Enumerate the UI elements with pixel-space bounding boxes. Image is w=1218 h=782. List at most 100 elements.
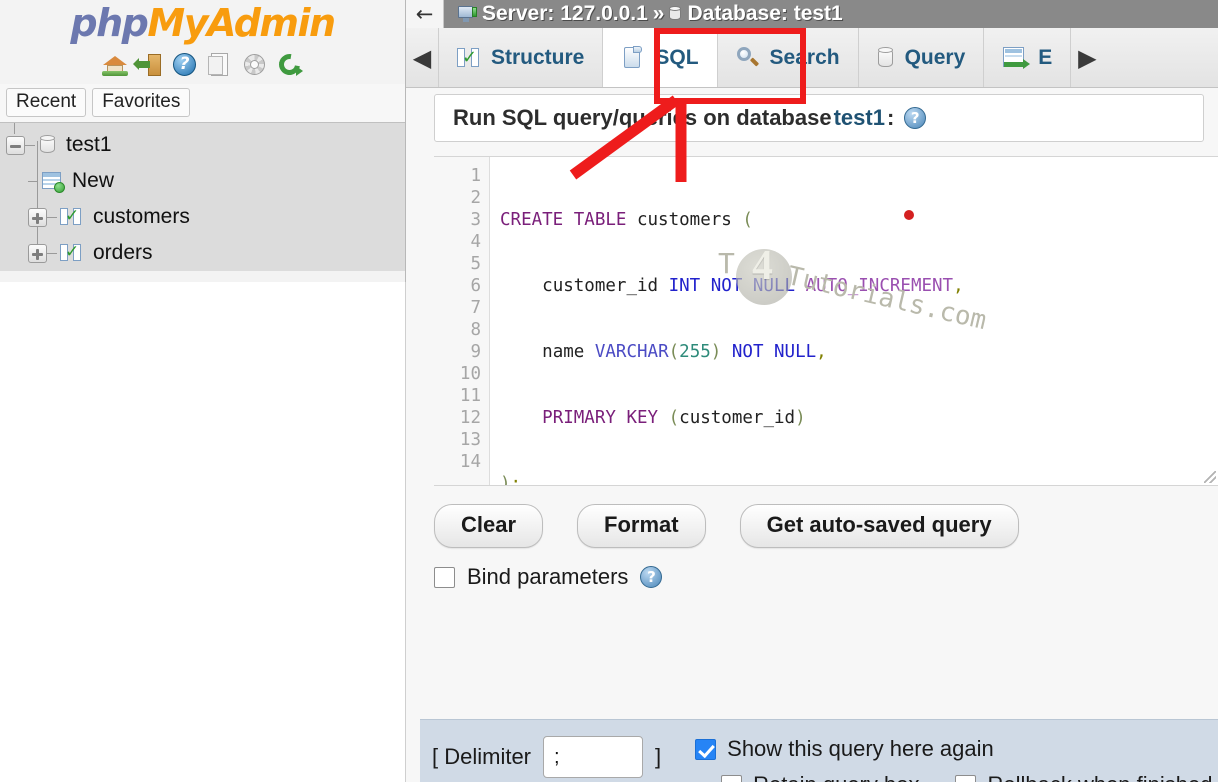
line-number: 11: [434, 385, 489, 407]
editor-resize-handle[interactable]: [1204, 471, 1216, 483]
logo-myadmin-text: MyAdmin: [147, 1, 334, 45]
line-number: 1: [434, 165, 489, 187]
search-icon: [736, 46, 760, 70]
bind-parameters-label: Bind parameters: [467, 564, 628, 590]
phpmyadmin-window: phpMyAdmin ? Recent Favorites test1: [0, 0, 1218, 782]
code-line: );: [500, 473, 1218, 485]
collapse-toggle-icon[interactable]: [6, 136, 25, 155]
tabs-scroll-right-icon[interactable]: ▶: [1071, 28, 1103, 87]
tree-item-orders[interactable]: ✓ orders: [22, 235, 405, 271]
reload-icon[interactable]: [277, 52, 303, 78]
line-number: 14: [434, 451, 489, 473]
bind-parameters-row: Bind parameters ?: [434, 564, 1218, 590]
structure-icon: ✓: [457, 47, 481, 69]
show-query-again-checkbox[interactable]: [695, 739, 716, 760]
option-show-query-again[interactable]: Show this query here again: [695, 736, 1212, 762]
line-number: 3: [434, 209, 489, 231]
editor-button-row: Clear Format Get auto-saved query: [434, 504, 1218, 548]
panel-heading-database: test1: [834, 105, 885, 131]
option-label: Retain query box: [753, 772, 919, 782]
get-autosaved-query-button[interactable]: Get auto-saved query: [740, 504, 1019, 548]
home-icon[interactable]: [102, 52, 128, 78]
tabs-scroll-left-icon[interactable]: ◀: [406, 28, 438, 87]
line-number: 12: [434, 407, 489, 429]
table-icon: ✓: [59, 242, 85, 264]
tree-item-label: test1: [66, 133, 112, 157]
format-button[interactable]: Format: [577, 504, 706, 548]
tab-label: SQL: [655, 46, 698, 70]
tab-label: Search: [770, 46, 840, 70]
tree-connector: [47, 217, 57, 218]
retain-query-box-checkbox[interactable]: [721, 775, 742, 782]
help-icon[interactable]: ?: [640, 566, 662, 588]
tab-label: Structure: [491, 46, 584, 70]
line-number: 9: [434, 341, 489, 363]
breadcrumb-database-label: Database: test1: [687, 2, 842, 26]
tab-sql[interactable]: SQL: [603, 28, 717, 87]
back-button[interactable]: ←: [406, 0, 444, 28]
server-breadcrumb-bar: ← Server: 127.0.0.1 » Database: test1: [406, 0, 1218, 28]
help-docs-icon[interactable]: ?: [172, 52, 198, 78]
query-icon: [877, 46, 895, 70]
main-tab-bar: ◀ ✓ Structure SQL Search Query E ▶: [406, 28, 1218, 88]
help-icon[interactable]: ?: [904, 107, 926, 129]
bind-parameters-checkbox[interactable]: [434, 567, 455, 588]
query-checkbox-group: Show this query here again Retain query …: [695, 736, 1212, 782]
tree-item-label: customers: [93, 205, 190, 229]
sidebar-empty-area: [0, 282, 406, 782]
line-number: 7: [434, 297, 489, 319]
navigation-sidebar: phpMyAdmin ? Recent Favorites test1: [0, 0, 406, 282]
expand-toggle-icon[interactable]: [28, 244, 47, 263]
database-icon: [669, 6, 682, 22]
breadcrumb-server-label: Server: 127.0.0.1: [482, 2, 648, 26]
phpmyadmin-logo[interactable]: phpMyAdmin: [0, 0, 405, 46]
export-icon: [1002, 46, 1028, 70]
sidebar-icon-row: ?: [0, 46, 405, 84]
breadcrumb: Server: 127.0.0.1 » Database: test1: [458, 2, 843, 26]
code-line: PRIMARY KEY (customer_id): [500, 407, 1218, 429]
sql-icon: [621, 46, 645, 70]
settings-gear-icon[interactable]: [242, 52, 268, 78]
new-table-icon: [40, 170, 64, 192]
expand-toggle-icon[interactable]: [28, 208, 47, 227]
database-tree: test1 New ✓ customers ✓ orders: [0, 122, 405, 271]
delimiter-close-bracket: ]: [655, 744, 661, 770]
rollback-when-finished-checkbox[interactable]: [955, 775, 976, 782]
line-number: 5: [434, 253, 489, 275]
panel-heading: Run SQL query/queries on database test1 …: [434, 94, 1204, 142]
editor-line-numbers: 1 2 3 4 5 6 7 8 9 10 11 12 13 14: [434, 157, 490, 485]
tab-structure[interactable]: ✓ Structure: [438, 28, 603, 87]
console-icon[interactable]: [207, 52, 233, 78]
option-label: Show this query here again: [727, 736, 994, 762]
tab-recent[interactable]: Recent: [6, 88, 86, 117]
panel-heading-prefix: Run SQL query/queries on database: [453, 105, 832, 131]
sql-query-editor[interactable]: 1 2 3 4 5 6 7 8 9 10 11 12 13 14 CREATE …: [434, 156, 1218, 486]
tree-item-new[interactable]: New: [22, 163, 405, 199]
server-icon: [458, 6, 477, 23]
watermark-four: 4: [752, 255, 773, 277]
delimiter-input[interactable]: [543, 736, 643, 778]
watermark-t: T: [718, 253, 735, 275]
editor-code-area[interactable]: CREATE TABLE customers ( customer_id INT…: [490, 157, 1218, 485]
tree-connector: [28, 181, 38, 182]
tab-favorites[interactable]: Favorites: [92, 88, 190, 117]
tab-export[interactable]: E: [984, 28, 1071, 87]
delimiter-and-options-row: [ Delimiter ] Show this query here again…: [432, 736, 1218, 782]
clear-button[interactable]: Clear: [434, 504, 543, 548]
tree-item-customers[interactable]: ✓ customers: [22, 199, 405, 235]
tree-item-label: orders: [93, 241, 153, 265]
logout-icon[interactable]: [137, 52, 163, 78]
tree-item-database-test1[interactable]: test1: [0, 127, 405, 163]
database-icon: [38, 134, 58, 156]
main-content: ← Server: 127.0.0.1 » Database: test1 ◀ …: [406, 0, 1218, 782]
line-number: 10: [434, 363, 489, 385]
logo-php-text: php: [70, 1, 147, 45]
delimiter-group: [ Delimiter ]: [432, 736, 661, 778]
sql-panel: Run SQL query/queries on database test1 …: [406, 94, 1218, 590]
line-number: 2: [434, 187, 489, 209]
option-row-secondary: Retain query box Rollback when finished: [721, 772, 1212, 782]
tab-search[interactable]: Search: [718, 28, 859, 87]
tab-label: Query: [905, 46, 966, 70]
tab-query[interactable]: Query: [859, 28, 985, 87]
table-icon: ✓: [59, 206, 85, 228]
